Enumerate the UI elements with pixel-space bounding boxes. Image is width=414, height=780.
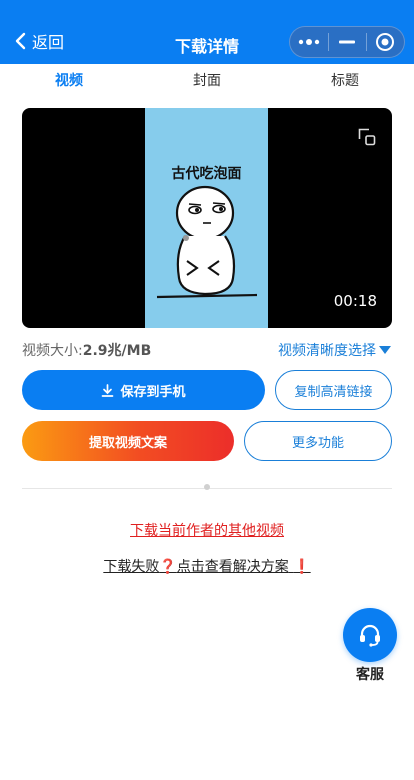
video-thumbnail: 古代吃泡面 <box>145 108 268 328</box>
size-label: 视频大小: <box>22 343 83 359</box>
download-icon <box>102 383 114 397</box>
download-failed-link[interactable]: 下载失败❓点击查看解决方案 ❗ <box>0 556 414 576</box>
tab-video[interactable]: 视频 <box>0 64 138 100</box>
extract-text-button[interactable]: 提取视频文案 <box>22 421 234 461</box>
video-size: 视频大小:2.9兆/MB <box>22 340 151 360</box>
more-button[interactable] <box>290 26 328 58</box>
headset-icon <box>360 624 380 647</box>
chevron-left-icon <box>15 32 26 50</box>
minimize-icon <box>338 40 355 44</box>
tab-cover[interactable]: 封面 <box>138 64 276 100</box>
quality-selector[interactable]: 视频清晰度选择 <box>278 340 392 360</box>
extract-label: 提取视频文案 <box>88 435 167 451</box>
fail-text: 点击查看解决方案 <box>176 559 289 575</box>
save-to-phone-button[interactable]: 保存到手机 <box>22 370 265 410</box>
back-button[interactable]: 返回 <box>14 26 64 56</box>
divider-dot <box>204 484 210 490</box>
picture-in-picture-icon[interactable] <box>358 128 376 146</box>
more-label: 更多功能 <box>291 435 344 451</box>
copy-hd-link-button[interactable]: 复制高清链接 <box>275 370 392 410</box>
customer-service-label: 客服 <box>356 667 384 683</box>
more-dots-icon <box>298 39 319 45</box>
quality-label: 视频清晰度选择 <box>278 343 376 359</box>
video-info-row: 视频大小:2.9兆/MB 视频清晰度选择 <box>22 340 392 360</box>
fail-prefix: 下载失败 <box>103 559 160 575</box>
triangle-down-icon <box>379 346 391 354</box>
target-close-icon <box>376 33 395 51</box>
copy-label: 复制高清链接 <box>294 384 373 400</box>
mini-program-capsule <box>289 26 405 58</box>
minimize-button[interactable] <box>328 26 366 58</box>
other-videos-link[interactable]: 下载当前作者的其他视频 <box>0 520 414 540</box>
question-mark-icon: ❓ <box>159 559 177 575</box>
customer-service-button[interactable] <box>343 608 397 662</box>
cartoon-figure-illustration <box>156 185 258 299</box>
more-features-button[interactable]: 更多功能 <box>244 421 392 461</box>
video-player[interactable]: 古代吃泡面 00:18 <box>22 108 392 328</box>
exclamation-icon: ❗ <box>293 559 311 575</box>
close-button[interactable] <box>366 26 404 58</box>
video-duration: 00:18 <box>333 292 377 310</box>
top-navbar: 返回 下载详情 <box>0 0 414 64</box>
tab-bar: 视频 封面 标题 <box>0 64 414 100</box>
save-label: 保存到手机 <box>120 384 186 400</box>
back-label: 返回 <box>32 33 65 52</box>
size-value: 2.9兆/MB <box>82 343 152 359</box>
tab-title[interactable]: 标题 <box>276 64 414 100</box>
